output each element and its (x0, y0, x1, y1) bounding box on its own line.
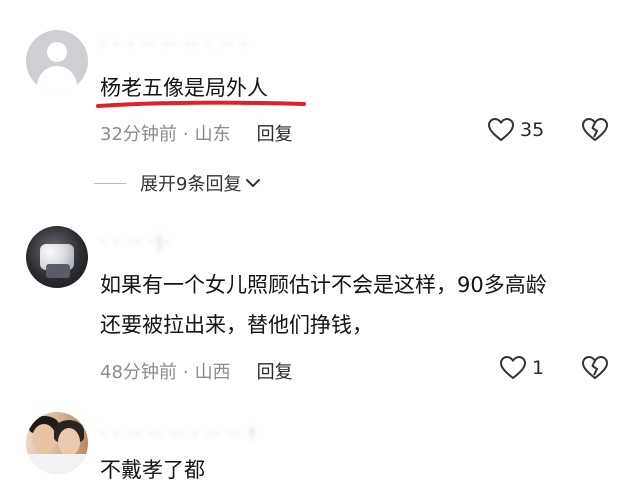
heart-outline-icon (488, 118, 514, 142)
avatar[interactable] (26, 226, 88, 288)
comment-meta: 48分钟前 · 山西 回复 (100, 358, 293, 384)
comment-location: 山西 (194, 362, 231, 383)
expand-replies-label: 展开9条回复 (140, 174, 242, 195)
comment-text: 不戴孝了都 (100, 458, 205, 482)
red-underline-annotation (96, 100, 306, 108)
avatar[interactable] (26, 412, 88, 474)
avatar[interactable] (26, 30, 88, 92)
meta-separator: · (182, 362, 189, 383)
username[interactable]: · · ·· ·· ·· · ·· ·· ! (100, 424, 257, 444)
comment-time: 48分钟前 (100, 362, 177, 383)
default-user-icon (47, 42, 67, 62)
like-count: 1 (532, 357, 545, 379)
comment-meta: 32分钟前 · 山东 回复 (100, 120, 293, 146)
comment-text-line-2: 还要被拉出来，替他们挣钱， (100, 313, 373, 337)
like-count: 35 (520, 119, 545, 141)
broken-heart-icon[interactable] (582, 356, 608, 380)
chevron-down-icon (246, 179, 261, 187)
comment-location: 山东 (194, 124, 231, 145)
comment-time: 32分钟前 (100, 124, 177, 145)
like-button[interactable]: 35 (488, 118, 544, 142)
expand-replies-button[interactable]: 展开9条回复 (94, 170, 261, 196)
divider (94, 182, 126, 184)
broken-heart-icon[interactable] (582, 118, 608, 142)
meta-separator: · (182, 124, 189, 145)
username[interactable]: · · ·· ·|· (100, 232, 171, 252)
comment-text-line-1: 如果有一个女儿照顾估计不会是这样，90多高龄 (100, 273, 547, 297)
username[interactable]: · · · ·· ·· ·· · ·· · (100, 34, 249, 54)
like-button[interactable]: 1 (500, 356, 544, 380)
reply-button[interactable]: 回复 (257, 124, 293, 145)
reply-button[interactable]: 回复 (257, 362, 293, 383)
heart-outline-icon (500, 356, 526, 380)
